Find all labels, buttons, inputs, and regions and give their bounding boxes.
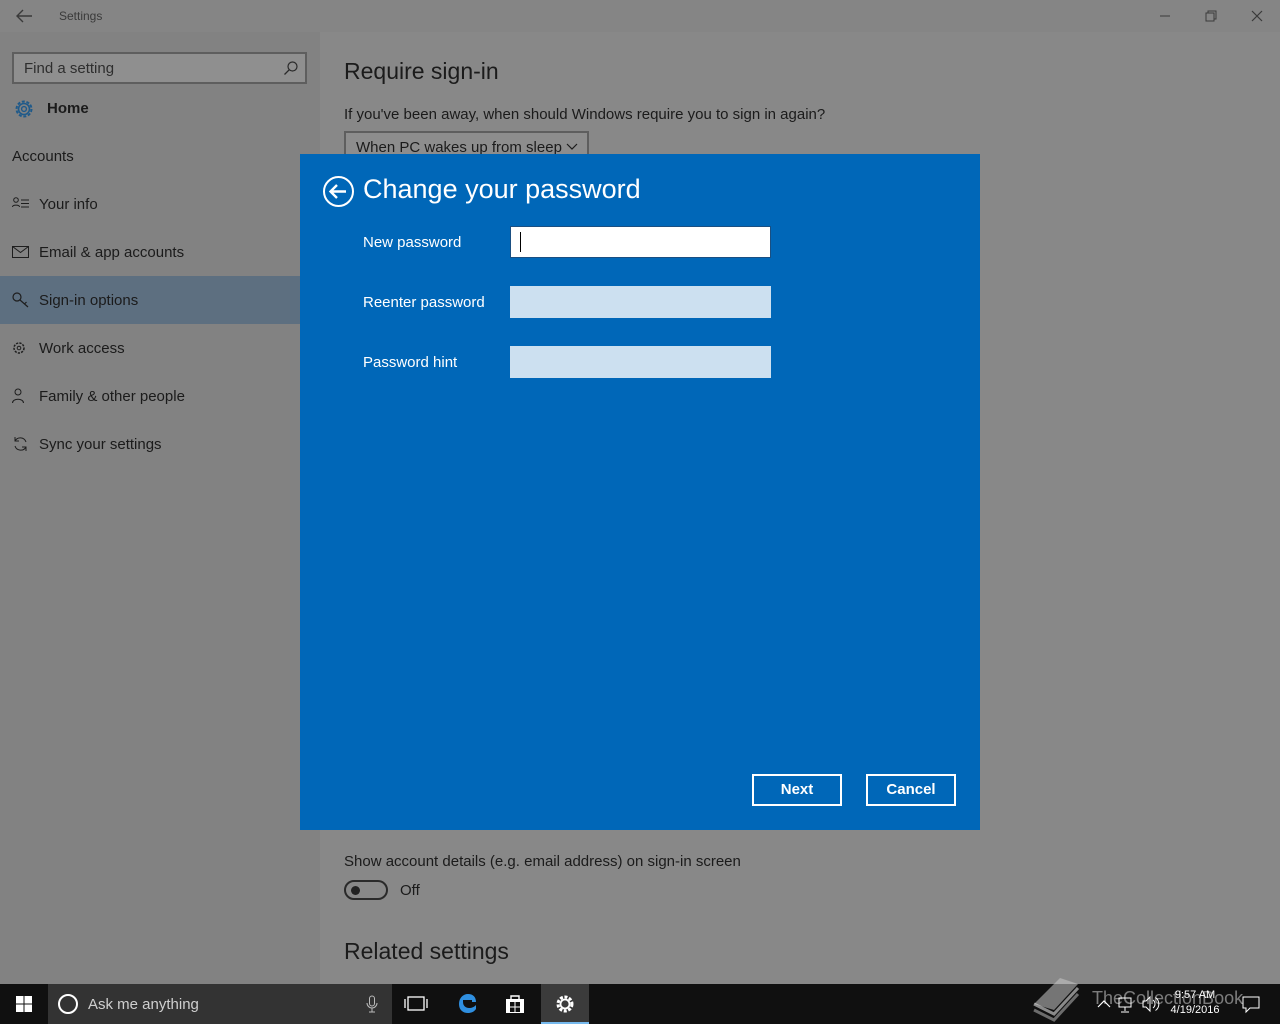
start-button[interactable] [0, 984, 48, 1024]
password-hint-input[interactable] [510, 346, 771, 378]
sidebar-item-email[interactable]: Email & app accounts [0, 228, 300, 276]
window-title: Settings [59, 9, 103, 23]
chevron-down-icon [565, 139, 579, 153]
store-icon[interactable] [491, 984, 539, 1024]
home-label: Home [47, 100, 89, 117]
cortana-search-text: Ask me anything [88, 996, 199, 1013]
change-password-dialog: Change your password New password Reente… [300, 154, 980, 830]
search-input[interactable] [14, 54, 274, 82]
close-icon[interactable] [1247, 6, 1267, 26]
sidebar-item-sign-in-options[interactable]: Sign-in options [0, 276, 300, 324]
briefcase-gear-icon [12, 340, 30, 356]
reenter-password-input[interactable] [510, 286, 771, 318]
account-details-toggle[interactable] [344, 880, 388, 900]
microphone-icon[interactable] [366, 995, 378, 1013]
sidebar: Home Accounts Your info Email & app acco… [0, 32, 320, 984]
home-link[interactable]: Home [12, 96, 292, 122]
book-watermark-icon [1030, 974, 1082, 1022]
edge-browser-icon[interactable] [443, 984, 491, 1024]
sidebar-item-label: Sign-in options [39, 292, 139, 309]
text-caret [520, 232, 521, 252]
new-password-label: New password [363, 234, 462, 251]
back-arrow-icon[interactable] [14, 7, 34, 25]
account-details-label: Show account details (e.g. email address… [344, 853, 741, 870]
cancel-button[interactable]: Cancel [866, 774, 956, 806]
sidebar-item-label: Work access [39, 340, 125, 357]
people-icon [12, 388, 30, 404]
require-sign-in-question: If you've been away, when should Windows… [344, 106, 826, 123]
sidebar-item-your-info[interactable]: Your info [0, 180, 300, 228]
title-bar: Settings [0, 0, 1280, 32]
restore-icon[interactable] [1201, 6, 1221, 26]
back-circle-icon[interactable] [322, 175, 355, 208]
task-view-icon[interactable] [392, 984, 440, 1024]
sidebar-item-family[interactable]: Family & other people [0, 372, 300, 420]
person-card-icon [12, 196, 30, 212]
cortana-icon [58, 994, 78, 1014]
settings-app-icon[interactable] [541, 984, 589, 1024]
section-title-accounts: Accounts [12, 148, 74, 165]
new-password-input[interactable] [510, 226, 771, 258]
sidebar-item-work-access[interactable]: Work access [0, 324, 300, 372]
sidebar-item-label: Sync your settings [39, 436, 162, 453]
sidebar-item-label: Your info [39, 196, 98, 213]
cortana-search-box[interactable]: Ask me anything [48, 984, 392, 1024]
dialog-title: Change your password [363, 174, 641, 204]
search-box[interactable] [12, 52, 307, 84]
related-settings-title: Related settings [344, 938, 509, 964]
require-sign-in-title: Require sign-in [344, 58, 499, 84]
password-hint-label: Password hint [363, 354, 458, 371]
taskbar: Ask me anything 9:57 AM 4/19/2016 TheCol… [0, 984, 1280, 1024]
action-center-icon[interactable] [1240, 984, 1262, 1024]
toggle-knob [351, 886, 360, 895]
next-button[interactable]: Next [752, 774, 842, 806]
watermark-text: TheCollectionBook [1092, 988, 1244, 1008]
sidebar-item-label: Email & app accounts [39, 244, 185, 261]
search-icon[interactable] [283, 60, 299, 76]
sync-icon [12, 436, 30, 452]
sidebar-item-label: Family & other people [39, 388, 185, 405]
gear-icon [12, 97, 36, 121]
sidebar-item-sync[interactable]: Sync your settings [0, 420, 300, 468]
minimize-icon[interactable] [1155, 6, 1175, 26]
mail-icon [12, 244, 30, 260]
key-icon [12, 292, 30, 308]
toggle-state-label: Off [400, 882, 420, 899]
reenter-password-label: Reenter password [363, 294, 485, 311]
